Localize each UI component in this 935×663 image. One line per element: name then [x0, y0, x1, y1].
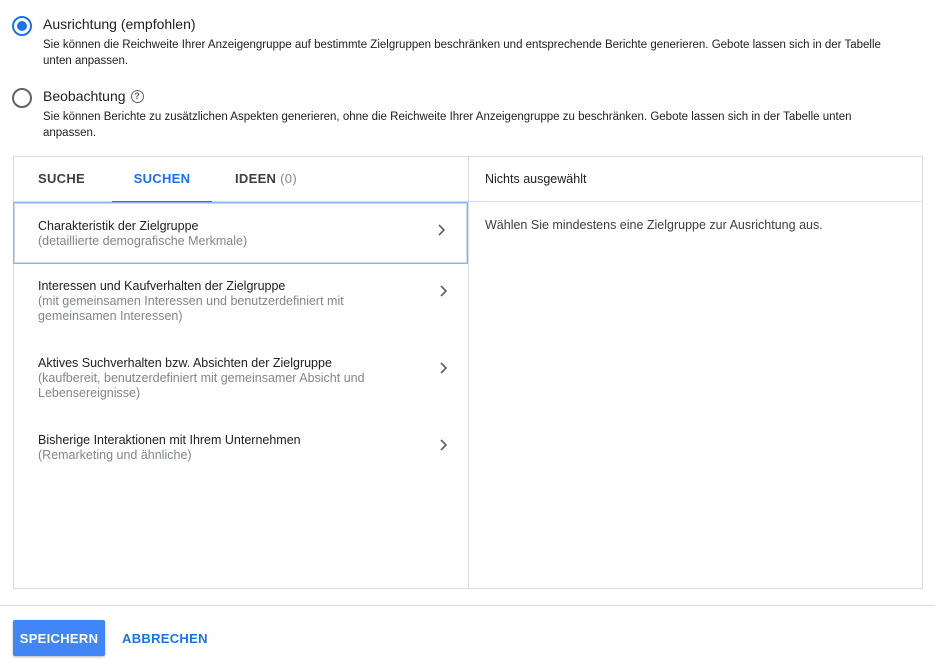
- option-observation-text: Beobachtung ? Sie können Berichte zu zus…: [43, 86, 903, 141]
- category-title: Interessen und Kaufverhalten der Zielgru…: [38, 279, 286, 293]
- tab-ideen[interactable]: IDEEN (0): [235, 157, 297, 202]
- tab-bar: SUCHE SUCHEN IDEEN (0): [14, 157, 468, 203]
- category-demographics[interactable]: Charakteristik der Zielgruppe (detaillie…: [13, 202, 468, 264]
- category-interests[interactable]: Interessen und Kaufverhalten der Zielgru…: [14, 279, 469, 339]
- radio-targeting[interactable]: [12, 16, 32, 36]
- category-subtitle: (detaillierte demografische Merkmale): [38, 234, 248, 248]
- tab-ideen-count: (0): [280, 171, 297, 186]
- category-remarketing[interactable]: Bisherige Interaktionen mit Ihrem Untern…: [14, 433, 469, 473]
- audience-browser: SUCHE SUCHEN IDEEN (0) Charakteristik de…: [13, 157, 469, 588]
- option-observation-label: Beobachtung: [43, 88, 126, 104]
- tab-suche[interactable]: SUCHE: [38, 157, 85, 202]
- save-button[interactable]: SPEICHERN: [13, 620, 105, 656]
- category-intent[interactable]: Aktives Suchverhalten bzw. Absichten der…: [14, 356, 469, 416]
- chevron-right-icon: [439, 437, 449, 453]
- category-subtitle: (mit gemeinsamen Interessen und benutzer…: [38, 294, 344, 323]
- selection-header: Nichts ausgewählt: [469, 157, 922, 202]
- help-icon[interactable]: ?: [130, 89, 144, 103]
- category-title: Bisherige Interaktionen mit Ihrem Untern…: [38, 433, 301, 447]
- option-targeting-label: Ausrichtung (empfohlen): [43, 16, 196, 32]
- option-targeting-text: Ausrichtung (empfohlen) Sie können die R…: [43, 14, 903, 69]
- cancel-button[interactable]: ABBRECHEN: [114, 620, 216, 656]
- tab-ideen-label: IDEEN: [235, 171, 277, 186]
- category-title: Charakteristik der Zielgruppe: [38, 219, 199, 233]
- option-targeting[interactable]: Ausrichtung (empfohlen) Sie können die R…: [12, 14, 903, 69]
- radio-observation[interactable]: [12, 88, 32, 108]
- chevron-right-icon: [439, 360, 449, 376]
- selection-panel: Nichts ausgewählt Wählen Sie mindestens …: [469, 157, 922, 588]
- category-subtitle: (Remarketing und ähnliche): [38, 448, 192, 462]
- option-observation[interactable]: Beobachtung ? Sie können Berichte zu zus…: [12, 86, 903, 141]
- divider: [0, 605, 935, 606]
- option-observation-label-row: Beobachtung ?: [43, 86, 903, 106]
- chevron-right-icon: [439, 283, 449, 299]
- category-title: Aktives Suchverhalten bzw. Absichten der…: [38, 356, 332, 370]
- option-targeting-description: Sie können die Reichweite Ihrer Anzeigen…: [43, 39, 881, 67]
- tab-suchen[interactable]: SUCHEN: [112, 157, 212, 203]
- selection-message: Wählen Sie mindestens eine Zielgruppe zu…: [485, 218, 823, 232]
- chevron-right-icon: [437, 222, 447, 238]
- audience-panel: SUCHE SUCHEN IDEEN (0) Charakteristik de…: [13, 156, 923, 589]
- category-subtitle: (kaufbereit, benutzerdefiniert mit gemei…: [38, 371, 365, 400]
- option-observation-description: Sie können Berichte zu zusätzlichen Aspe…: [43, 111, 852, 139]
